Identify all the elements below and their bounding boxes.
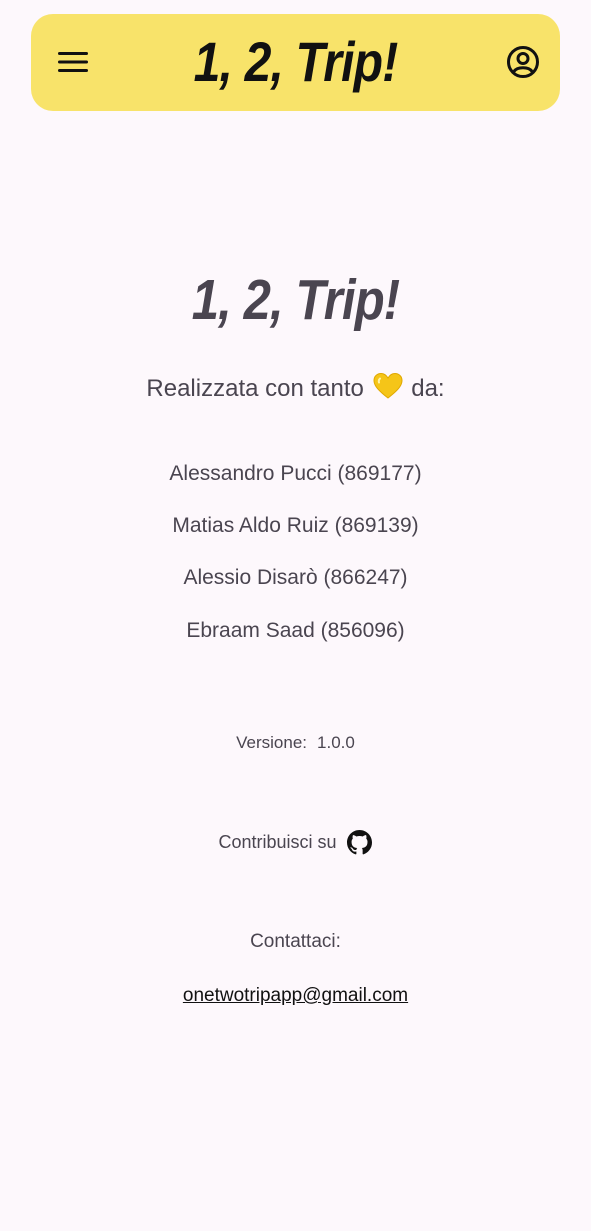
made-with-line: Realizzata con tanto da:	[0, 372, 591, 409]
version-value: 1.0.0	[317, 733, 355, 752]
contact-email-link[interactable]: onetwotripapp@gmail.com	[183, 985, 408, 1006]
contribute-row: Contribuisci su	[0, 829, 591, 855]
account-button[interactable]	[504, 43, 542, 81]
made-with-prefix: Realizzata con tanto	[146, 375, 364, 402]
contact-email-row: onetwotripapp@gmail.com	[0, 983, 591, 1009]
github-link[interactable]	[347, 829, 373, 855]
version-row: Versione: 1.0.0	[0, 731, 591, 755]
about-title: 1, 2, Trip!	[191, 268, 400, 332]
version-label: Versione:	[236, 733, 308, 752]
app-title: 1, 2, Trip!	[193, 30, 399, 93]
made-with-suffix: da:	[411, 375, 445, 402]
contact-label: Contattaci:	[250, 931, 341, 952]
top-app-bar: 1, 2, Trip!	[31, 14, 560, 111]
author-item: Ebraam Saad (856096)	[186, 619, 405, 642]
contribute-label: Contribuisci su	[218, 832, 337, 852]
yellow-heart-icon	[373, 372, 403, 409]
github-icon	[347, 829, 373, 854]
author-item: Alessandro Pucci (869177)	[169, 462, 422, 485]
author-item: Matias Aldo Ruiz (869139)	[172, 514, 419, 537]
account-circle-icon	[507, 46, 539, 78]
author-item: Alessio Disarò (866247)	[183, 566, 408, 589]
